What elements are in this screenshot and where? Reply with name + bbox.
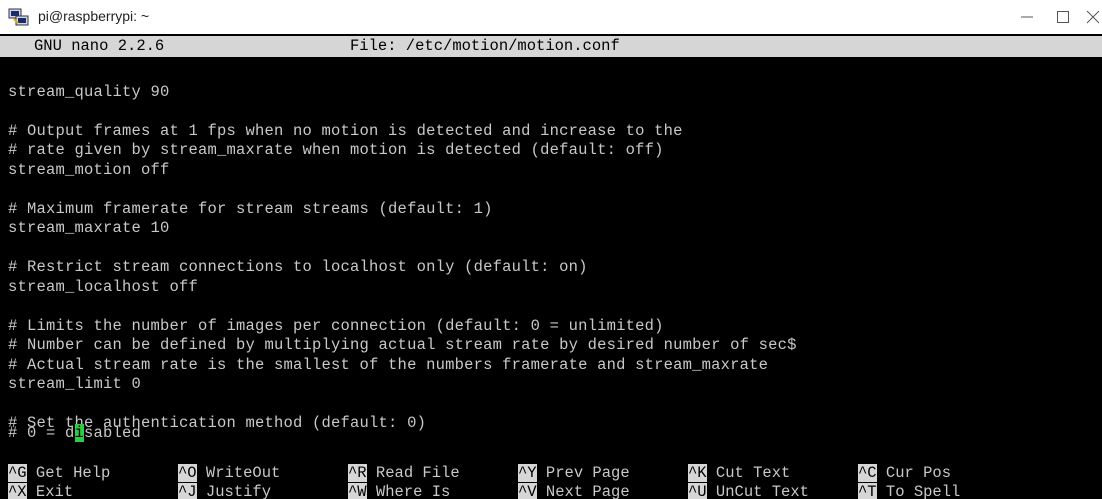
- cursor-line[interactable]: # 0 = disabled: [8, 424, 141, 443]
- cursor-line-after: sabled: [84, 424, 142, 442]
- shortcut-label: Read File: [375, 464, 460, 482]
- editor-line[interactable]: # Number can be defined by multiplying a…: [8, 336, 797, 355]
- putty-window: pi@raspberrypi: ~ GNU nano 2.2.6 File: /…: [0, 0, 1102, 499]
- shortcut-label: Next Page: [545, 483, 630, 499]
- shortcut-key: ^O: [178, 464, 197, 482]
- editor-line[interactable]: stream_maxrate 10: [8, 219, 170, 238]
- shortcut-key: ^X: [8, 483, 27, 499]
- shortcut-key: ^R: [348, 464, 367, 482]
- editor-line[interactable]: stream_motion off: [8, 161, 170, 180]
- shortcut-key: ^V: [518, 483, 537, 499]
- shortcut-item: ^R Read File: [348, 464, 460, 483]
- shortcut-label: Exit: [35, 483, 74, 499]
- title-bar[interactable]: pi@raspberrypi: ~: [0, 0, 1102, 34]
- nano-file-label: File: /etc/motion/motion.conf: [350, 37, 620, 55]
- shortcut-key: ^K: [688, 464, 707, 482]
- shortcut-label: UnCut Text: [715, 483, 809, 499]
- minimize-icon: [1021, 16, 1033, 18]
- shortcut-label: Get Help: [35, 464, 111, 482]
- editor-line[interactable]: # Maximum framerate for stream streams (…: [8, 200, 493, 219]
- shortcut-key: ^U: [688, 483, 707, 499]
- editor-line[interactable]: # rate given by stream_maxrate when moti…: [8, 141, 664, 160]
- editor-line[interactable]: stream_localhost off: [8, 278, 198, 297]
- shortcut-label: To Spell: [885, 483, 961, 499]
- shortcut-item: ^U UnCut Text: [688, 483, 809, 499]
- editor-line[interactable]: # Restrict stream connections to localho…: [8, 258, 588, 277]
- shortcut-item: ^C Cur Pos: [858, 464, 951, 483]
- shortcut-label: Where Is: [375, 483, 451, 499]
- cursor-line-before: # 0 = d: [8, 424, 75, 442]
- editor-line[interactable]: # Limits the number of images per connec…: [8, 317, 664, 336]
- editor-line[interactable]: stream_quality 90: [8, 83, 170, 102]
- shortcut-key: ^T: [858, 483, 877, 499]
- shortcut-label: Justify: [205, 483, 272, 499]
- shortcut-label: Cur Pos: [885, 464, 952, 482]
- shortcut-item: ^W Where Is: [348, 483, 450, 499]
- nano-version: GNU nano 2.2.6: [34, 37, 165, 55]
- shortcut-key: ^G: [8, 464, 27, 482]
- shortcut-item: ^Y Prev Page: [518, 464, 630, 483]
- maximize-icon: [1057, 11, 1069, 23]
- nano-header-bar: GNU nano 2.2.6 File: /etc/motion/motion.…: [0, 36, 1102, 57]
- shortcut-key: ^W: [348, 483, 367, 499]
- shortcut-item: ^G Get Help: [8, 464, 110, 483]
- shortcut-label: Cut Text: [715, 464, 791, 482]
- close-button[interactable]: [1070, 0, 1102, 34]
- editor-line[interactable]: # Output frames at 1 fps when no motion …: [8, 122, 683, 141]
- editor-line[interactable]: # Actual stream rate is the smallest of …: [8, 356, 768, 375]
- shortcut-item: ^K Cut Text: [688, 464, 790, 483]
- shortcut-label: WriteOut: [205, 464, 281, 482]
- terminal-area[interactable]: GNU nano 2.2.6 File: /etc/motion/motion.…: [0, 34, 1102, 499]
- close-icon: [1086, 10, 1100, 24]
- shortcut-item: ^V Next Page: [518, 483, 630, 499]
- putty-icon: [8, 7, 30, 27]
- shortcut-key: ^J: [178, 483, 197, 499]
- shortcut-item: ^O WriteOut: [178, 464, 280, 483]
- window-title: pi@raspberrypi: ~: [38, 8, 150, 24]
- shortcut-label: Prev Page: [545, 464, 630, 482]
- shortcut-item: ^T To Spell: [858, 483, 960, 499]
- shortcut-key: ^C: [858, 464, 877, 482]
- text-cursor: i: [74, 424, 85, 442]
- shortcut-key: ^Y: [518, 464, 537, 482]
- shortcut-item: ^J Justify: [178, 483, 271, 499]
- editor-line[interactable]: stream_limit 0: [8, 375, 141, 394]
- shortcut-item: ^X Exit: [8, 483, 73, 499]
